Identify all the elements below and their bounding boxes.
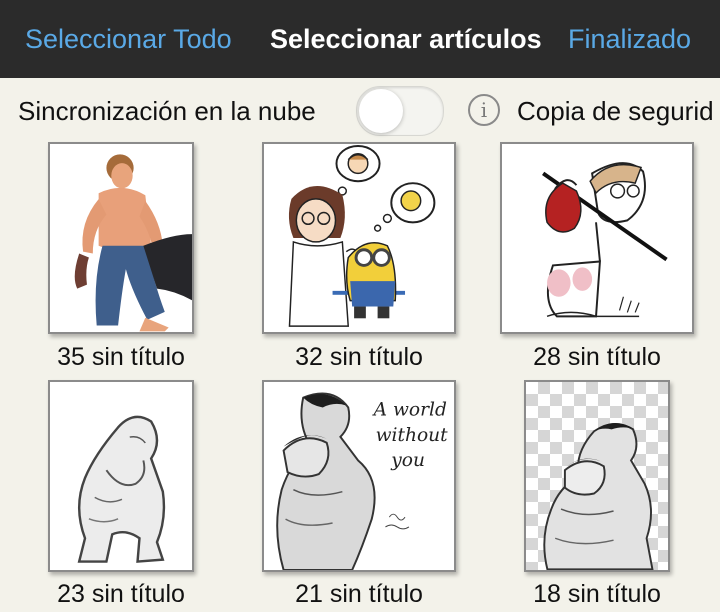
poster-text-line3: you bbox=[390, 450, 425, 471]
done-button[interactable]: Finalizado bbox=[568, 22, 691, 56]
poster-text-line1: A world bbox=[372, 399, 447, 420]
bindle-character-thumbnail[interactable] bbox=[500, 142, 694, 334]
select-all-button[interactable]: Seleccionar Todo bbox=[25, 22, 232, 56]
item-caption: 18 sin título bbox=[533, 580, 661, 608]
top-bar: Seleccionar Todo Seleccionar artículos F… bbox=[0, 0, 720, 78]
item-caption: 28 sin título bbox=[533, 343, 661, 371]
item-caption: 35 sin título bbox=[57, 343, 185, 371]
kneeling-man-thumbnail[interactable] bbox=[48, 142, 194, 334]
item-caption: 21 sin título bbox=[295, 580, 423, 608]
item-caption: 32 sin título bbox=[295, 343, 423, 371]
girl-and-minion-thumbnail[interactable] bbox=[262, 142, 456, 334]
kneeling-man-artwork-icon bbox=[50, 144, 192, 332]
page-title: Seleccionar artículos bbox=[270, 24, 542, 54]
embrace-artwork-icon: A world without you bbox=[264, 382, 454, 570]
cloud-sync-label: Sincronización en la nube bbox=[18, 96, 316, 126]
girl-and-minion-artwork-icon bbox=[264, 144, 454, 332]
embrace-transparent-artwork-icon bbox=[543, 422, 654, 570]
embrace-transparent-thumbnail[interactable] bbox=[524, 380, 670, 572]
sync-row: Sincronización en la nube i Copia de seg… bbox=[0, 84, 720, 136]
poster-text-line2: without bbox=[376, 425, 448, 446]
backup-label[interactable]: Copia de segurid bbox=[517, 96, 714, 127]
embrace-thumbnail[interactable]: A world without you bbox=[262, 380, 456, 572]
cloud-sync-toggle[interactable] bbox=[356, 86, 444, 136]
crouching-figure-thumbnail[interactable] bbox=[48, 380, 194, 572]
crouching-figure-artwork-icon bbox=[50, 382, 192, 570]
bindle-character-artwork-icon bbox=[502, 144, 692, 332]
toggle-knob[interactable] bbox=[359, 89, 403, 133]
item-caption: 23 sin título bbox=[57, 580, 185, 608]
info-icon[interactable]: i bbox=[468, 94, 500, 126]
